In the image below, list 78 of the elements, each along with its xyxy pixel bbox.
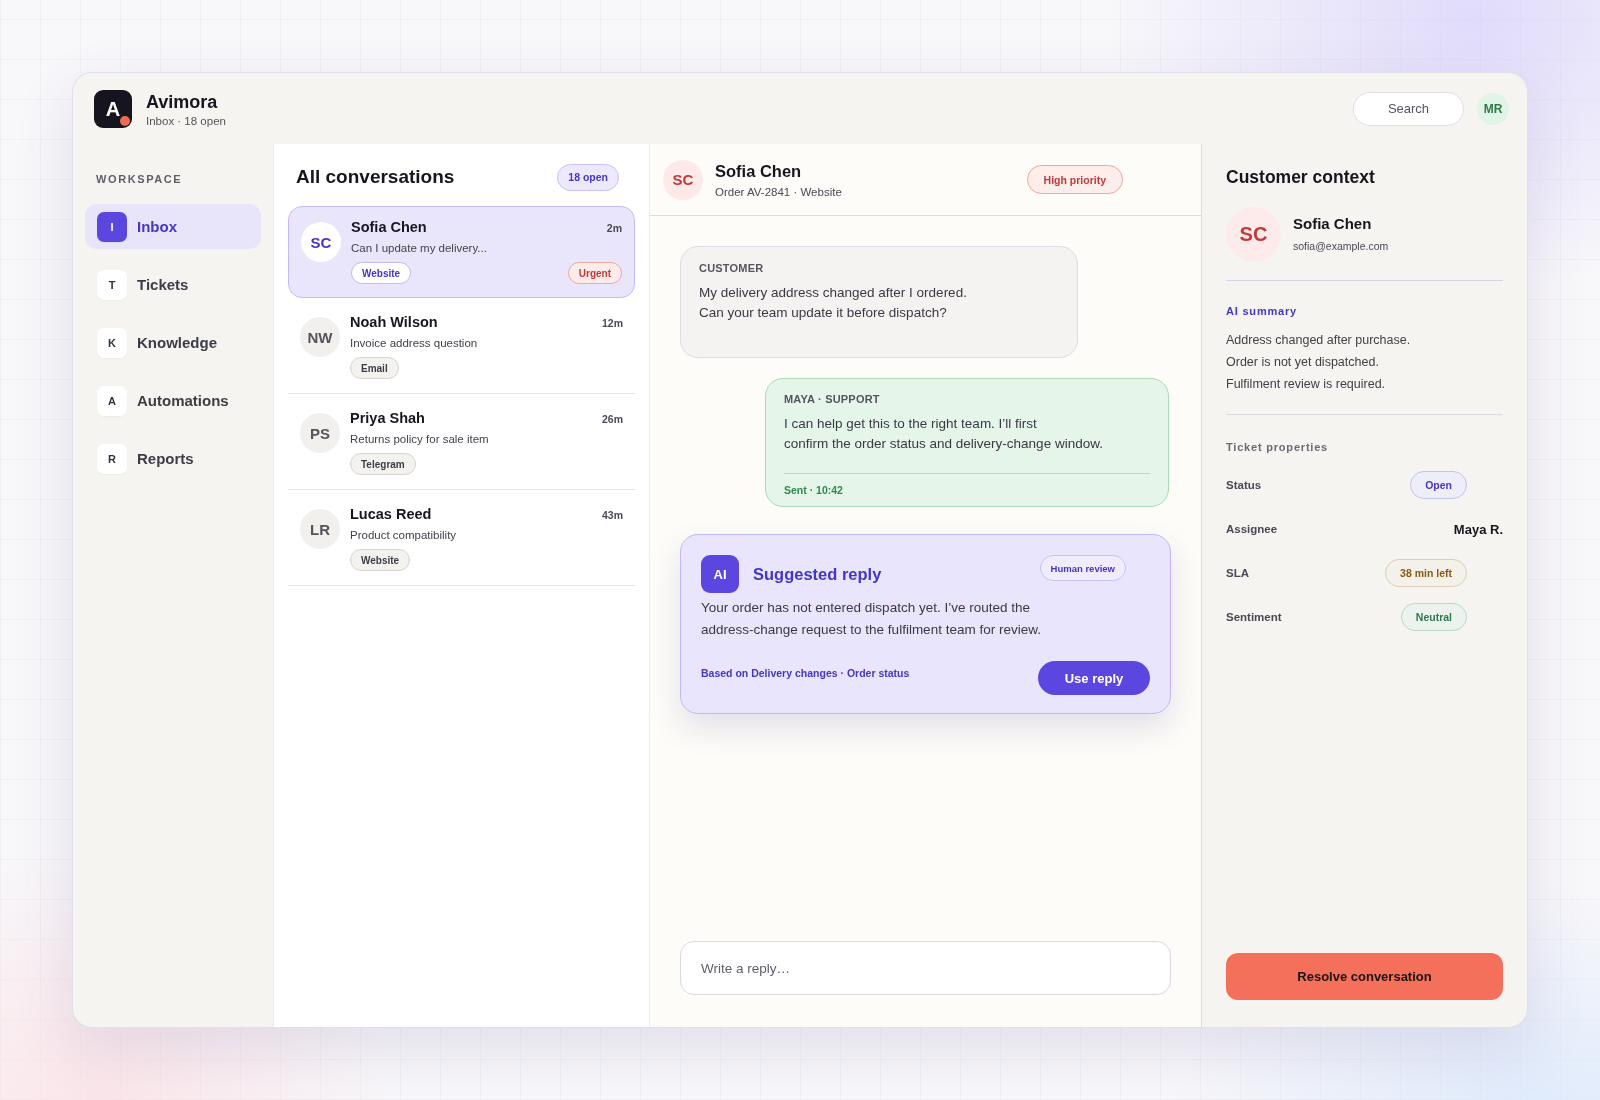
conversation-tag: Email: [350, 357, 399, 379]
nav-item[interactable]: K Knowledge: [85, 320, 261, 365]
contact-avatar: PS: [300, 413, 340, 453]
panel-title: Customer context: [1226, 166, 1376, 188]
message-time: 12m: [602, 317, 623, 329]
conversation-item[interactable]: NW Noah Wilson 12m Invoice address question Email: [288, 298, 635, 394]
conversation-item[interactable]: LR Lucas Reed 43m Product compatibility Website: [288, 490, 635, 586]
message-preview: Returns policy for sale item: [350, 432, 490, 447]
nav-letter-tile: I: [97, 211, 127, 242]
conversation-tag: Telegram: [350, 453, 416, 475]
nav-letter-tile: K: [97, 327, 127, 358]
message-preview: Invoice address question: [350, 336, 479, 351]
message-preview: Product compatibility: [350, 528, 458, 543]
message-time: 26m: [602, 413, 623, 425]
contact-avatar: SC: [663, 159, 703, 200]
suggested-text: Your order has not entered dispatch yet. I’ve routed the address-change request to the fulfilment team for review.: [701, 599, 1042, 639]
nav-item[interactable]: I Inbox: [85, 204, 261, 249]
property-badge: 38 min left: [1385, 559, 1467, 587]
message-author: MAYA · SUPPORT: [784, 392, 881, 406]
section-heading: AI summary: [1226, 304, 1298, 318]
ai-badge: AI: [701, 555, 739, 593]
panel-title: All conversations: [296, 166, 455, 188]
message-preview: Can I update my delivery...: [351, 241, 488, 256]
resolve-button[interactable]: Resolve conversation: [1226, 953, 1503, 1000]
summary-line: Fulfilment review is required.: [1226, 376, 1387, 393]
contact-avatar: SC: [1226, 207, 1281, 262]
nav-item[interactable]: T Tickets: [85, 262, 261, 307]
conversation-tag: Website: [351, 262, 412, 284]
review-badge: Human review: [1039, 555, 1126, 581]
app-subtitle: Inbox · 18 open: [146, 114, 226, 127]
nav-item[interactable]: A Automations: [85, 378, 261, 423]
app-name: Avimora: [146, 90, 219, 113]
nav-item[interactable]: R Reports: [85, 436, 261, 481]
property-badge: Neutral: [1400, 603, 1467, 631]
contact-name: Sofia Chen: [1293, 215, 1373, 232]
reply-input[interactable]: Write a reply…: [680, 941, 1171, 995]
notification-dot-icon: [120, 115, 130, 126]
contact-name: Sofia Chen: [351, 218, 427, 236]
source-note: Based on Delivery changes · Order status: [701, 667, 910, 679]
nav-letter-tile: A: [97, 385, 127, 416]
message-time: 2m: [606, 222, 622, 234]
nav-letter-tile: T: [97, 269, 127, 300]
conversation-tag: Urgent: [567, 262, 622, 284]
nav-letter-tile: R: [97, 443, 127, 474]
open-count-badge: 18 open: [557, 163, 619, 191]
message-text: I can help get this to the right team. I’ll first confirm the order status and delivery-change window.: [784, 415, 1104, 453]
priority-badge: High priority: [1026, 165, 1123, 194]
card-title: Suggested reply: [753, 564, 882, 584]
section-heading: WORKSPACE: [95, 173, 184, 185]
logo-letter: A: [105, 98, 121, 119]
message-time: 43m: [602, 509, 623, 521]
message-author: CUSTOMER: [699, 261, 765, 275]
order-info: Order AV-2841 · Website: [715, 185, 842, 198]
user-avatar[interactable]: MR: [1477, 92, 1509, 125]
search-field[interactable]: Search: [1353, 91, 1464, 126]
contact-avatar: LR: [300, 509, 340, 549]
property-badge: Open: [1410, 471, 1467, 499]
summary-line: Order is not yet dispatched.: [1226, 354, 1380, 371]
message-status: Sent · 10:42: [784, 483, 844, 496]
contact-name: Priya Shah: [350, 409, 425, 427]
property-label: Status: [1226, 479, 1262, 491]
property-label: Assignee: [1226, 523, 1278, 535]
conversation-tag: Website: [350, 549, 411, 571]
property-label: Sentiment: [1226, 611, 1282, 623]
message-text: My delivery address changed after I ordered. Can your team update it before dispatch?: [699, 284, 968, 322]
contact-avatar: SC: [301, 222, 341, 262]
conversation-item[interactable]: SC Sofia Chen 2m Can I update my delivery... Website Urgent: [288, 206, 635, 298]
contact-email: sofia@example.com: [1293, 240, 1389, 252]
use-reply-button[interactable]: Use reply: [1038, 661, 1150, 695]
contact-name: Noah Wilson: [350, 313, 438, 331]
summary-line: Address changed after purchase.: [1226, 332, 1412, 349]
contact-avatar: NW: [300, 317, 340, 357]
conversation-item[interactable]: PS Priya Shah 26m Returns policy for sale item Telegram: [288, 394, 635, 490]
contact-name: Sofia Chen: [715, 161, 803, 181]
section-heading: Ticket properties: [1226, 440, 1330, 454]
property-value: Maya R.: [1453, 521, 1503, 537]
property-label: SLA: [1226, 567, 1249, 579]
contact-name: Lucas Reed: [350, 505, 432, 523]
